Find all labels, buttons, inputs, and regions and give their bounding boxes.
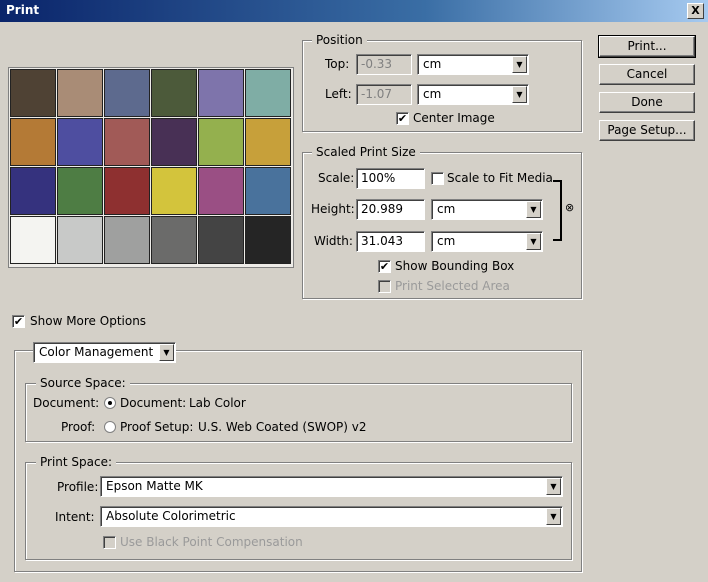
link-bracket bbox=[553, 180, 562, 241]
show-bounding-box-label: Show Bounding Box bbox=[395, 259, 515, 273]
scale-to-fit-label: Scale to Fit Media bbox=[447, 171, 553, 185]
proof-label: Proof: bbox=[61, 420, 96, 434]
black-point-compensation-checkbox bbox=[103, 536, 116, 549]
print-button[interactable]: Print... bbox=[598, 35, 696, 58]
color-swatch bbox=[10, 118, 56, 166]
profile-select-value: Epson Matte MK bbox=[106, 479, 203, 493]
left-unit-select[interactable]: cm ▼ bbox=[417, 84, 529, 105]
color-swatch bbox=[198, 167, 244, 215]
window-title: Print bbox=[6, 3, 40, 17]
center-image-label: Center Image bbox=[413, 111, 495, 125]
color-swatch bbox=[104, 167, 150, 215]
link-icon[interactable]: ⊗ bbox=[565, 201, 574, 214]
color-swatch bbox=[57, 167, 103, 215]
left-label: Left: bbox=[325, 87, 352, 101]
chevron-down-icon: ▼ bbox=[526, 233, 541, 250]
color-swatch bbox=[104, 118, 150, 166]
page-setup-button[interactable]: Page Setup... bbox=[599, 120, 695, 141]
height-label: Height: bbox=[311, 202, 355, 216]
color-swatch bbox=[10, 69, 56, 117]
print-selected-area-checkbox bbox=[378, 280, 391, 293]
proof-radio[interactable] bbox=[104, 421, 116, 433]
color-swatch bbox=[151, 167, 197, 215]
color-swatch bbox=[151, 216, 197, 264]
print-dialog: Print X Position Top: -0.33 cm ▼ Left: -… bbox=[0, 0, 708, 582]
top-unit-select[interactable]: cm ▼ bbox=[417, 54, 529, 75]
show-more-options-checkbox[interactable]: ✔ bbox=[12, 315, 25, 328]
scaled-print-size-legend: Scaled Print Size bbox=[312, 145, 420, 159]
color-swatch bbox=[57, 216, 103, 264]
color-swatch bbox=[245, 69, 291, 117]
color-swatch bbox=[245, 118, 291, 166]
width-unit-select[interactable]: cm ▼ bbox=[431, 231, 543, 252]
chevron-down-icon: ▼ bbox=[512, 56, 527, 73]
scale-input[interactable]: 100% bbox=[356, 168, 425, 189]
proof-option-label: Proof Setup: bbox=[120, 420, 194, 434]
color-swatch bbox=[104, 216, 150, 264]
top-input[interactable]: -0.33 bbox=[356, 54, 412, 75]
left-input[interactable]: -1.07 bbox=[356, 84, 412, 105]
black-point-compensation-label: Use Black Point Compensation bbox=[120, 535, 303, 549]
width-unit-value: cm bbox=[437, 234, 456, 248]
document-profile-value: Lab Color bbox=[189, 396, 246, 410]
chevron-down-icon: ▼ bbox=[526, 201, 541, 218]
color-swatch bbox=[104, 69, 150, 117]
top-unit-value: cm bbox=[423, 57, 442, 71]
position-legend: Position bbox=[312, 33, 367, 47]
proof-profile-value: U.S. Web Coated (SWOP) v2 bbox=[198, 420, 367, 434]
show-more-options-label: Show More Options bbox=[30, 314, 147, 328]
top-label: Top: bbox=[325, 57, 350, 71]
color-swatch bbox=[198, 216, 244, 264]
width-label: Width: bbox=[314, 234, 353, 248]
profile-label: Profile: bbox=[57, 480, 99, 494]
cancel-button[interactable]: Cancel bbox=[599, 64, 695, 85]
show-bounding-box-checkbox[interactable]: ✔ bbox=[378, 260, 391, 273]
intent-select-value: Absolute Colorimetric bbox=[106, 509, 236, 523]
document-option-label: Document: bbox=[120, 396, 187, 410]
image-preview bbox=[8, 67, 294, 268]
intent-select[interactable]: Absolute Colorimetric ▼ bbox=[100, 506, 563, 527]
source-space-legend: Source Space: bbox=[36, 376, 130, 390]
width-input[interactable]: 31.043 bbox=[356, 231, 425, 252]
chevron-down-icon: ▼ bbox=[546, 478, 561, 495]
document-label: Document: bbox=[33, 396, 100, 410]
print-selected-area-label: Print Selected Area bbox=[395, 279, 510, 293]
close-icon[interactable]: X bbox=[687, 3, 704, 19]
color-swatch bbox=[57, 118, 103, 166]
color-swatch bbox=[245, 216, 291, 264]
chevron-down-icon: ▼ bbox=[512, 86, 527, 103]
chevron-down-icon: ▼ bbox=[546, 508, 561, 525]
color-swatch bbox=[198, 118, 244, 166]
height-unit-value: cm bbox=[437, 202, 456, 216]
chevron-down-icon: ▼ bbox=[159, 344, 174, 361]
color-swatch bbox=[10, 216, 56, 264]
options-dropdown[interactable]: Color Management ▼ bbox=[33, 342, 176, 363]
title-bar[interactable]: Print X bbox=[0, 0, 708, 22]
intent-label: Intent: bbox=[55, 510, 95, 524]
center-image-checkbox[interactable]: ✔ bbox=[396, 112, 409, 125]
color-swatch bbox=[245, 167, 291, 215]
done-button[interactable]: Done bbox=[599, 92, 695, 113]
color-swatch bbox=[151, 69, 197, 117]
options-dropdown-value: Color Management bbox=[39, 345, 154, 359]
color-swatch bbox=[151, 118, 197, 166]
document-radio[interactable] bbox=[104, 397, 116, 409]
color-swatch bbox=[57, 69, 103, 117]
profile-select[interactable]: Epson Matte MK ▼ bbox=[100, 476, 563, 497]
height-unit-select[interactable]: cm ▼ bbox=[431, 199, 543, 220]
color-swatch bbox=[10, 167, 56, 215]
left-unit-value: cm bbox=[423, 87, 442, 101]
height-input[interactable]: 20.989 bbox=[356, 199, 425, 220]
color-swatch bbox=[198, 69, 244, 117]
scale-to-fit-checkbox[interactable] bbox=[431, 172, 444, 185]
scale-label: Scale: bbox=[318, 171, 355, 185]
print-space-legend: Print Space: bbox=[36, 455, 117, 469]
